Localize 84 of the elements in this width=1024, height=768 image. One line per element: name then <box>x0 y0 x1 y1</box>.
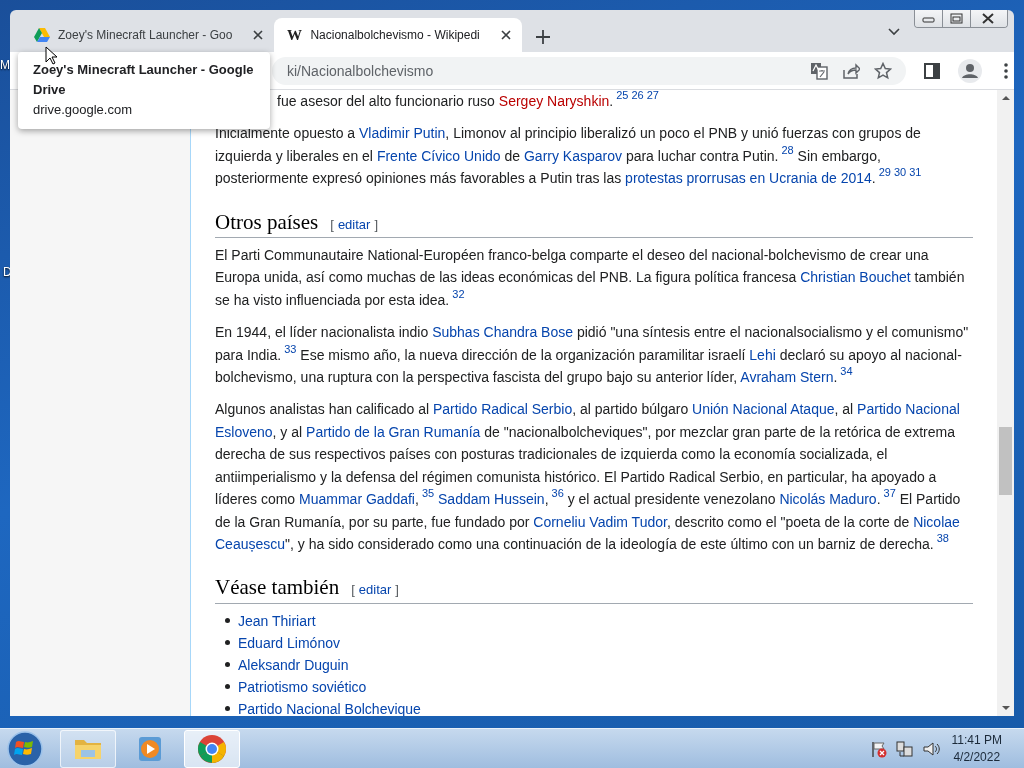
section-heading: Otros países <box>215 208 319 236</box>
network-icon[interactable] <box>895 739 914 758</box>
bullet-icon <box>225 640 230 646</box>
article-link[interactable]: Frente Cívico Unido <box>376 147 501 164</box>
edit-link[interactable]: editar <box>358 579 392 602</box>
paragraph: En 1944, el líder nacionalista indio Subhas Chandra Bose pidió "una síntesis entre el nacionalsocialismo y el comunismo" para India. $^{33}$ Ese mismo año, la nueva dirección de la organización paramilitar israelí Lehi declaró su apoyo al nacional-bolchevismo, una ruptura con la perspectiva fascista del grupo bajo su anterior líder, Avraham Stern. $^{34}$ <box>215 323 970 388</box>
menu-icon[interactable] <box>1004 62 1008 79</box>
bullet-icon <box>225 706 230 712</box>
article-link[interactable]: Garry Kasparov <box>523 147 622 164</box>
volume-icon[interactable] <box>921 739 940 758</box>
star-icon[interactable] <box>874 61 892 80</box>
minimize-icon[interactable] <box>915 10 942 27</box>
translate-icon[interactable] <box>810 61 828 80</box>
article-link[interactable]: Christian Bouchet <box>800 269 911 286</box>
article-link[interactable]: Unión Nacional Ataque <box>692 401 835 418</box>
edit-link[interactable]: editar <box>337 213 371 237</box>
reference-link[interactable]: 32 <box>452 287 465 300</box>
chrome-logo-icon <box>197 733 227 764</box>
side-panel-icon[interactable] <box>924 62 940 79</box>
maximize-icon[interactable] <box>942 10 970 27</box>
list-link[interactable]: Partido Nacional Bolchevique <box>238 697 421 716</box>
reference-link[interactable]: 35 <box>421 487 435 500</box>
reference-link[interactable]: 34 <box>840 365 853 378</box>
tooltip-url: drive.google.com <box>33 101 133 119</box>
clock-time: 11:41 PM <box>951 731 1002 749</box>
paragraph: El Parti Communautaire National-Européen franco-belga comparte el deseo del nacional-bolchevismo de crear una Europa unida, así como muchas de las ideas económicas del PNB. La figura política francesa Christian Bouchet también se ha visto influenciada por esta idea. $^{32}$ <box>215 246 966 310</box>
reference-link[interactable]: 31 <box>909 166 922 179</box>
profile-avatar-icon[interactable] <box>958 58 982 83</box>
bracket: ] <box>395 581 399 600</box>
reference-link[interactable]: 28 <box>781 143 794 156</box>
paragraph: Algunos analistas han calificado al Partido Radical Serbio, al partido búlgaro Unión Nacional Ataque, al Partido Nacional Esloveno, y al Partido de la Gran Rumanía de "nacionalbolcheviques", por mezclar gran parte de la retórica de extrema derecha de sus respectivos países con posturas tradicionales de izquierda como la economía socializada, el antiimperialismo y la defensa del régimen comunista histórico. El Partido Radical Serbio, en particular, ha apoyado a líderes como Muammar Gaddafi, $^{35}$ Saddam Hussein, $^{36}$ y el actual presidente venezolano Nicolás Maduro. $^{37}$ El Partido de la Gran Rumanía, por su parte, fue fundado por Corneliu Vadim Tudor, descrito como el "poeta de la corte de Nicolae Ceaușescu", y ha sido considerado como una continuación de la ideología de este último con un barniz de derecha. $^{38}$ <box>215 400 962 554</box>
reference-link[interactable]: 36 <box>551 487 564 500</box>
bullet-icon <box>225 618 230 624</box>
reference-link[interactable]: 37 <box>883 487 896 500</box>
taskbar-button[interactable] <box>184 729 240 768</box>
clock-date: 4/2/2022 <box>953 748 1001 766</box>
article-link[interactable]: Lehi <box>749 346 776 363</box>
scrollbar[interactable] <box>997 90 1014 716</box>
bracket: [ <box>351 581 355 600</box>
scrollbar-thumb[interactable] <box>999 427 1012 495</box>
bracket: [ <box>330 215 334 234</box>
article-link[interactable]: Partido de la Gran Rumanía <box>306 423 481 440</box>
start-button[interactable] <box>6 729 44 768</box>
scroll-down-icon[interactable] <box>1000 704 1011 712</box>
reference-link[interactable]: 33 <box>284 342 297 355</box>
browser-tab[interactable]: Zoey's Minecraft Launcher - Goo <box>22 18 275 52</box>
share-icon[interactable] <box>842 61 860 80</box>
reference-link[interactable]: 29 <box>878 166 891 179</box>
desktop-icon-label: M <box>0 58 10 72</box>
close-icon[interactable] <box>970 10 1007 27</box>
article-link[interactable]: Subhas Chandra Bose <box>432 324 574 341</box>
list-link[interactable]: Eduard Limónov <box>238 631 340 654</box>
scroll-up-icon[interactable] <box>1000 94 1011 102</box>
address-bar[interactable]: ki/Nacionalbolchevismo <box>272 56 906 85</box>
new-tab-icon[interactable] <box>535 30 550 44</box>
flag-icon[interactable] <box>869 739 888 758</box>
reference-link[interactable]: 25 <box>616 90 629 101</box>
wikipedia-logo-icon: W <box>286 26 303 44</box>
article-link[interactable]: Ceaușescu <box>215 535 286 552</box>
close-icon[interactable] <box>252 29 265 41</box>
reference-link[interactable]: 26 <box>631 90 644 101</box>
reference-link[interactable]: 30 <box>893 166 907 179</box>
article-link[interactable]: Partido Nacional <box>857 401 960 418</box>
bracket: ] <box>374 215 379 234</box>
chevron-down-icon[interactable] <box>888 28 900 36</box>
list-link[interactable]: Jean Thiriart <box>238 609 316 632</box>
clock[interactable]: 11:41 PM 4/2/2022 <box>951 731 1002 766</box>
reference-link[interactable]: 27 <box>646 90 659 101</box>
article-link[interactable]: protestas prorrusas en Ucrania de 2014 <box>625 170 872 187</box>
article-link[interactable]: Esloveno <box>215 423 273 440</box>
article-link[interactable]: Saddam Hussein <box>438 491 545 508</box>
bullet-icon <box>225 662 230 668</box>
browser-tab[interactable]: W Nacionalbolchevismo - Wikipedi <box>274 18 522 52</box>
section-heading: Véase también <box>215 574 340 602</box>
reference-link[interactable]: 38 <box>936 531 949 544</box>
article-link[interactable]: Nicolae <box>913 513 960 530</box>
list-link[interactable]: Patriotismo soviético <box>238 675 367 698</box>
bullet-icon <box>225 684 230 690</box>
article-link[interactable]: Muammar Gaddafi <box>299 491 415 508</box>
drive-triangle-icon <box>34 27 50 43</box>
close-icon[interactable] <box>499 29 512 41</box>
article-link[interactable]: Corneliu Vadim Tudor <box>533 513 667 530</box>
list-link[interactable]: Aleksandr Duguin <box>238 653 349 676</box>
article-link[interactable]: Nicolás Maduro <box>779 491 877 508</box>
